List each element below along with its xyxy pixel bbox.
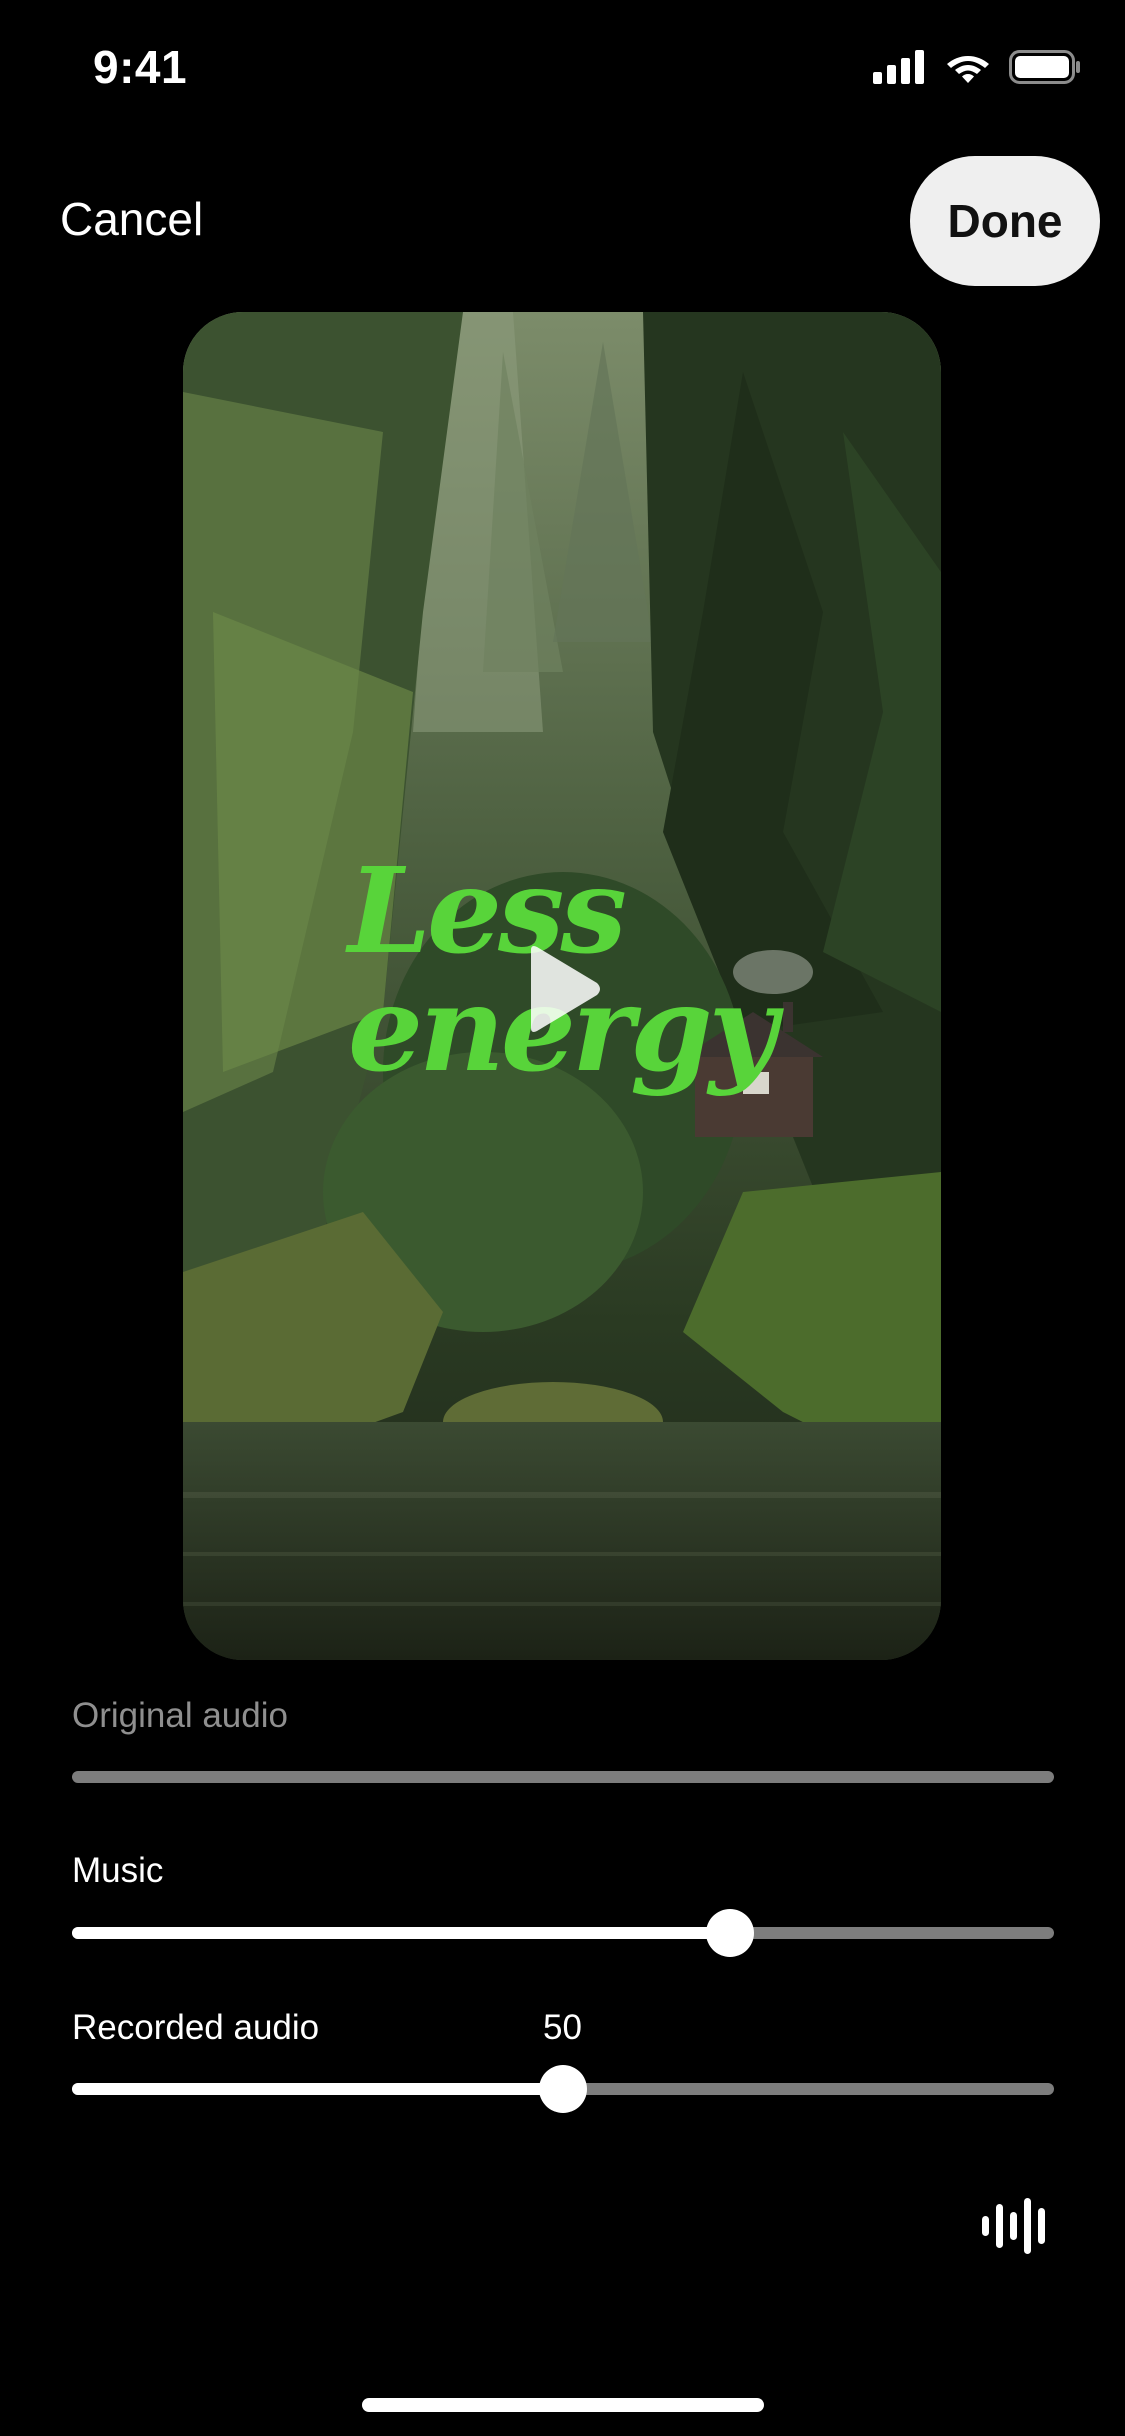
music-slider-fill [72, 1927, 730, 1939]
recorded-audio-slider[interactable] [72, 2065, 1054, 2113]
cellular-signal-icon [873, 50, 924, 84]
home-indicator [362, 2398, 764, 2412]
music-slider-thumb[interactable] [705, 1909, 754, 1957]
play-icon[interactable] [523, 944, 603, 1034]
status-icons [873, 50, 1081, 84]
original-audio-slider [72, 1771, 1054, 1783]
video-preview[interactable]: Less energy [183, 312, 941, 1660]
done-button[interactable]: Done [910, 156, 1100, 286]
original-audio-label: Original audio [72, 1696, 288, 1735]
music-label: Music [72, 1851, 164, 1890]
recorded-audio-slider-fill [72, 2083, 563, 2095]
recorded-audio-label: Recorded audio [72, 2008, 320, 2047]
status-time: 9:41 [93, 41, 188, 93]
cancel-button[interactable]: Cancel [60, 192, 203, 246]
recorded-audio-slider-thumb[interactable] [539, 2065, 587, 2113]
battery-icon [1009, 50, 1080, 84]
status-bar: 9:41 [0, 0, 1125, 140]
recorded-audio-value: 50 [543, 2008, 582, 2047]
music-slider[interactable] [72, 1909, 1054, 1957]
wifi-icon [947, 56, 989, 83]
waveform-icon[interactable] [980, 2198, 1056, 2254]
